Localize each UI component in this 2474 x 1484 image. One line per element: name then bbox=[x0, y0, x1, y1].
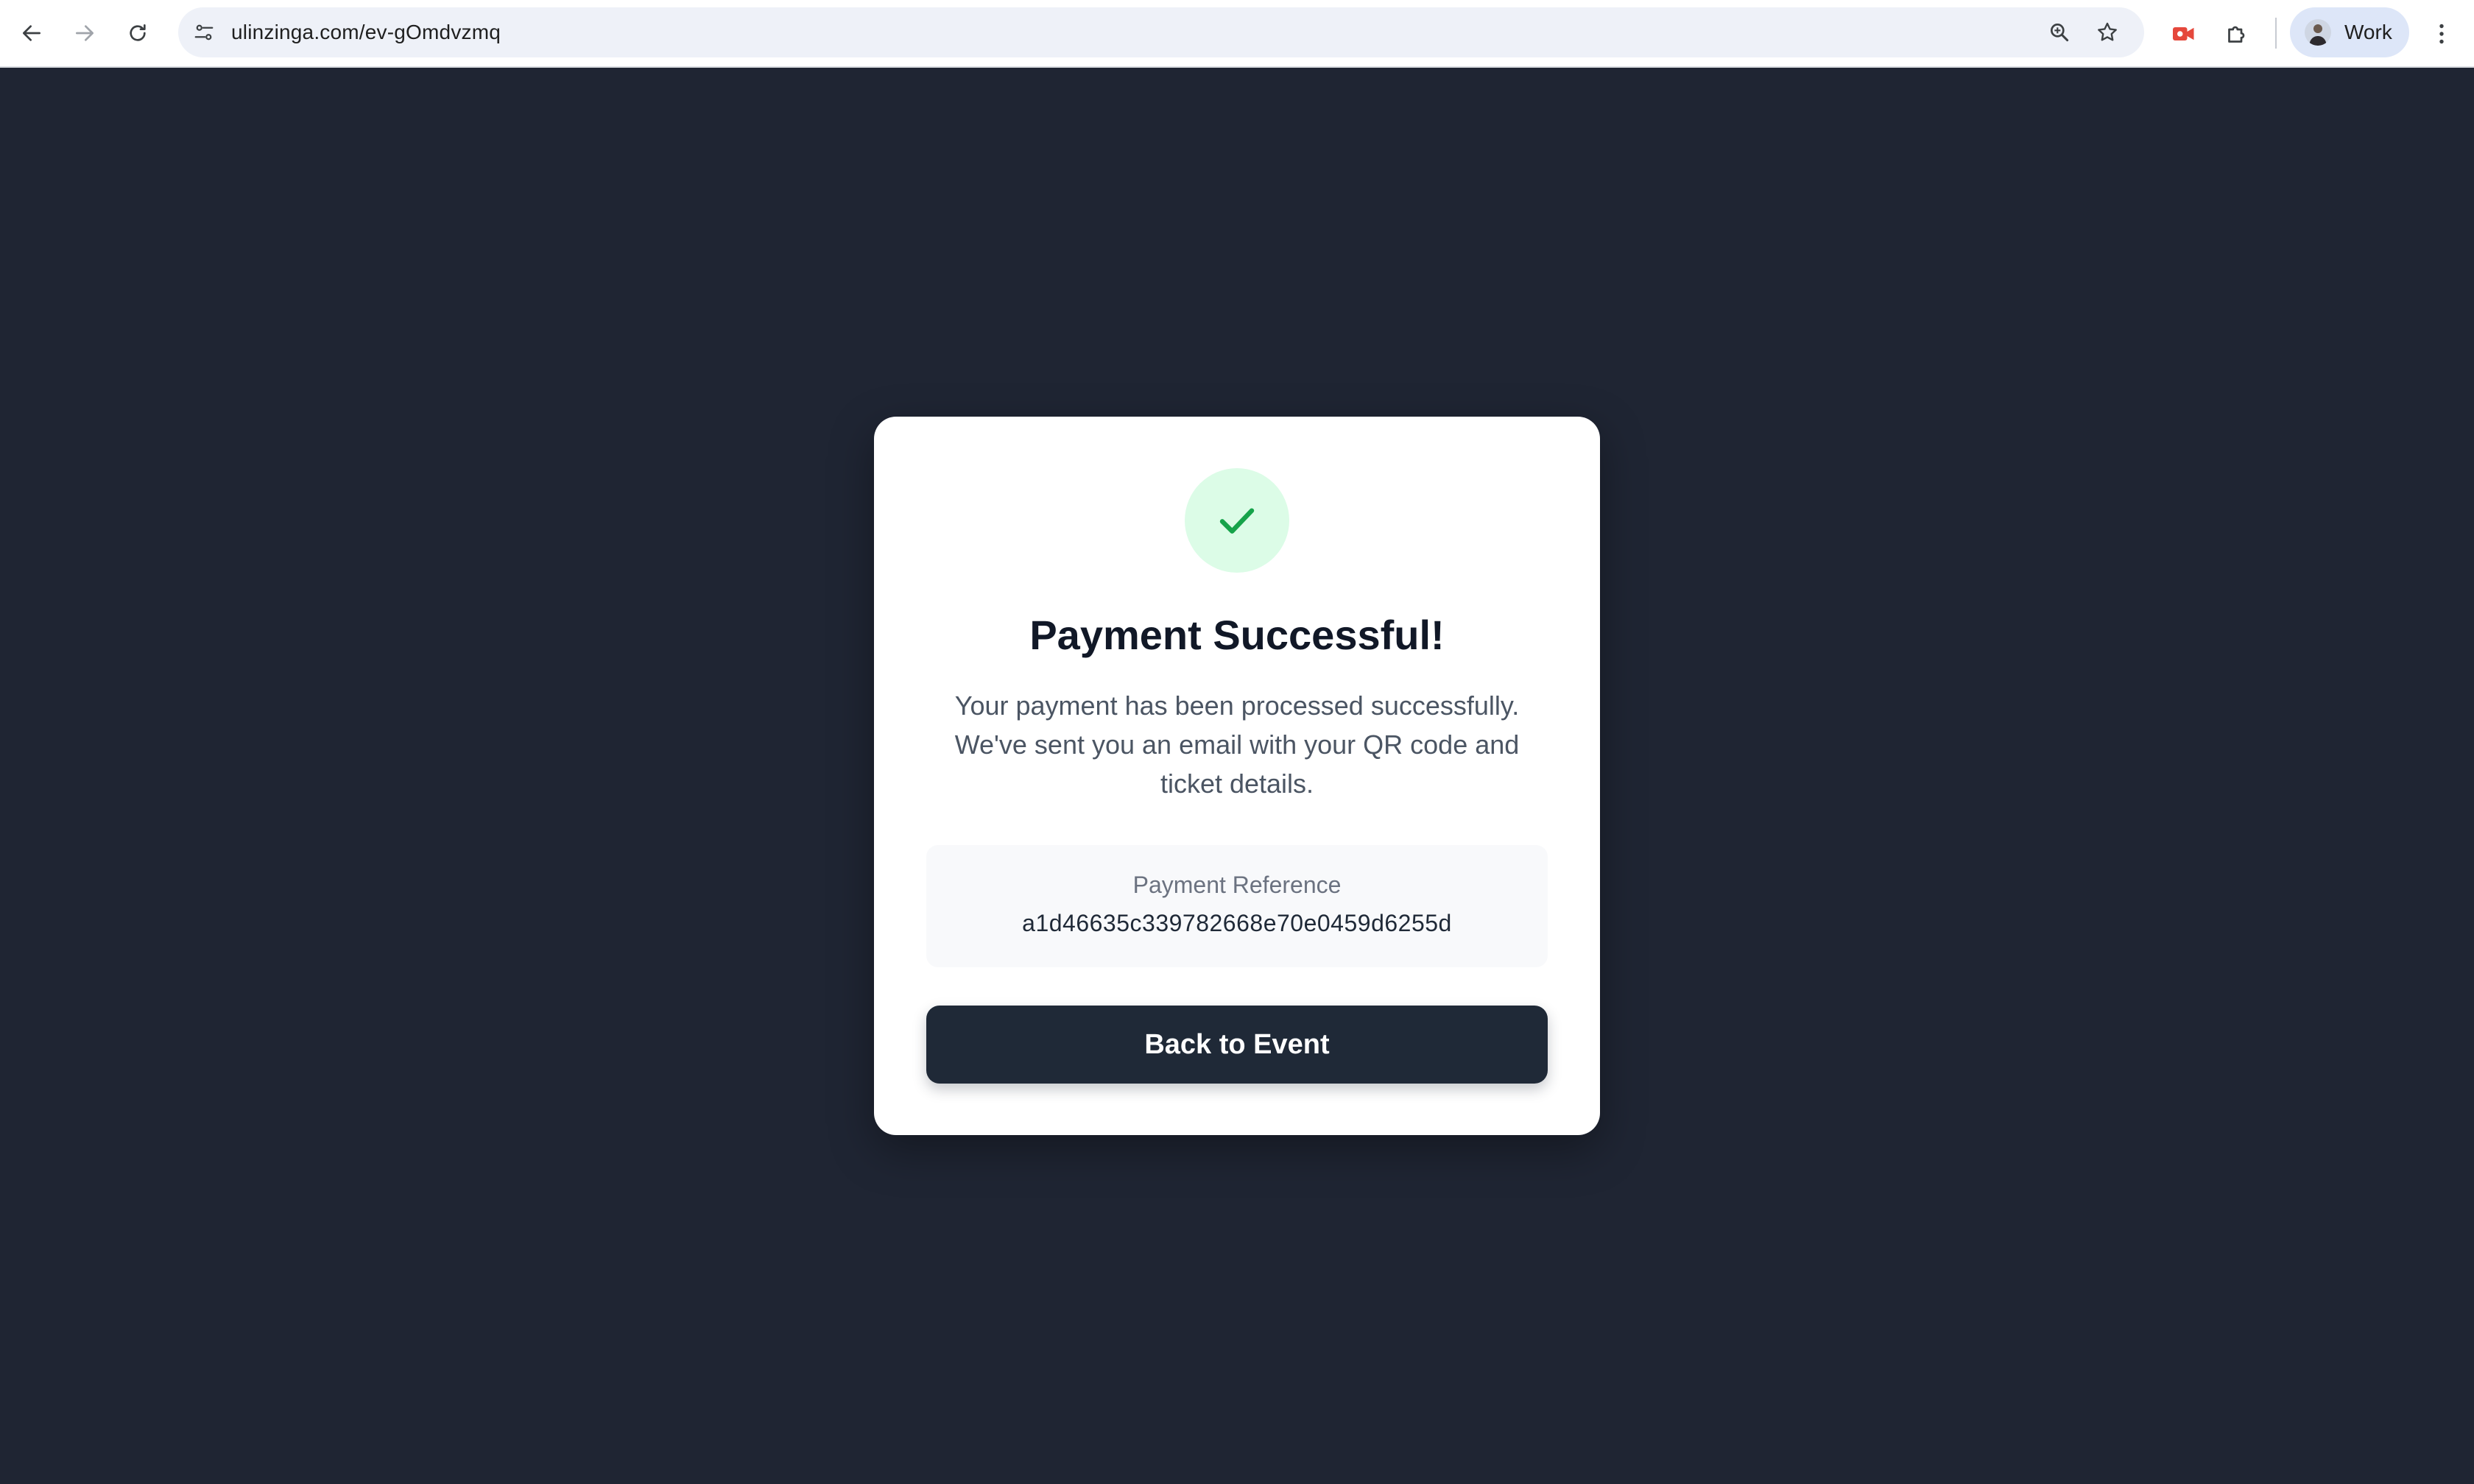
url-text[interactable]: ulinzinga.com/ev-gOmdvzmq bbox=[231, 7, 501, 57]
video-recorder-icon bbox=[2173, 27, 2194, 40]
reload-button[interactable] bbox=[119, 15, 156, 52]
payment-success-card: Payment Successful! Your payment has bee… bbox=[874, 417, 1600, 1135]
star-icon bbox=[2098, 22, 2117, 41]
profile-label: Work bbox=[2344, 21, 2392, 43]
message-line: ticket details. bbox=[1160, 768, 1314, 799]
back-arrow-icon bbox=[23, 25, 40, 41]
payment-reference-box: Payment Reference a1d46635c339782668e70e… bbox=[926, 845, 1548, 967]
page-title: Payment Successful! bbox=[1029, 612, 1445, 658]
site-settings-icon bbox=[194, 24, 214, 40]
zoom-icon bbox=[2051, 23, 2069, 42]
browser-toolbar: ulinzinga.com/ev-gOmdvzmq Work bbox=[0, 0, 2474, 68]
kebab-menu-icon bbox=[2439, 24, 2444, 44]
site-info-button[interactable] bbox=[186, 14, 222, 51]
recorder-extension-button[interactable] bbox=[2163, 13, 2205, 54]
reload-icon bbox=[130, 24, 146, 41]
extensions-button[interactable] bbox=[2216, 13, 2258, 54]
profile-button[interactable]: Work bbox=[2290, 7, 2409, 57]
forward-arrow-icon bbox=[76, 25, 94, 41]
toolbar-divider bbox=[2275, 18, 2277, 49]
browser-menu-button[interactable] bbox=[2421, 13, 2462, 54]
puzzle-icon bbox=[2228, 26, 2245, 43]
check-icon bbox=[1219, 508, 1255, 534]
avatar bbox=[2305, 19, 2331, 46]
payment-reference-value: a1d46635c339782668e70e0459d6255d bbox=[1022, 910, 1452, 936]
zoom-button[interactable] bbox=[2041, 14, 2078, 51]
message-line: We've sent you an email with your QR cod… bbox=[954, 729, 1520, 760]
address-bar[interactable]: ulinzinga.com/ev-gOmdvzmq bbox=[178, 7, 2144, 57]
payment-reference-label: Payment Reference bbox=[1132, 872, 1342, 898]
back-to-event-button[interactable]: Back to Event bbox=[926, 1006, 1548, 1084]
success-message: Your payment has been processed successf… bbox=[918, 686, 1556, 803]
message-line: Your payment has been processed successf… bbox=[954, 690, 1520, 721]
success-badge bbox=[1185, 468, 1289, 573]
bookmark-button[interactable] bbox=[2089, 14, 2126, 51]
forward-button[interactable] bbox=[66, 15, 103, 52]
back-button[interactable] bbox=[13, 15, 50, 52]
